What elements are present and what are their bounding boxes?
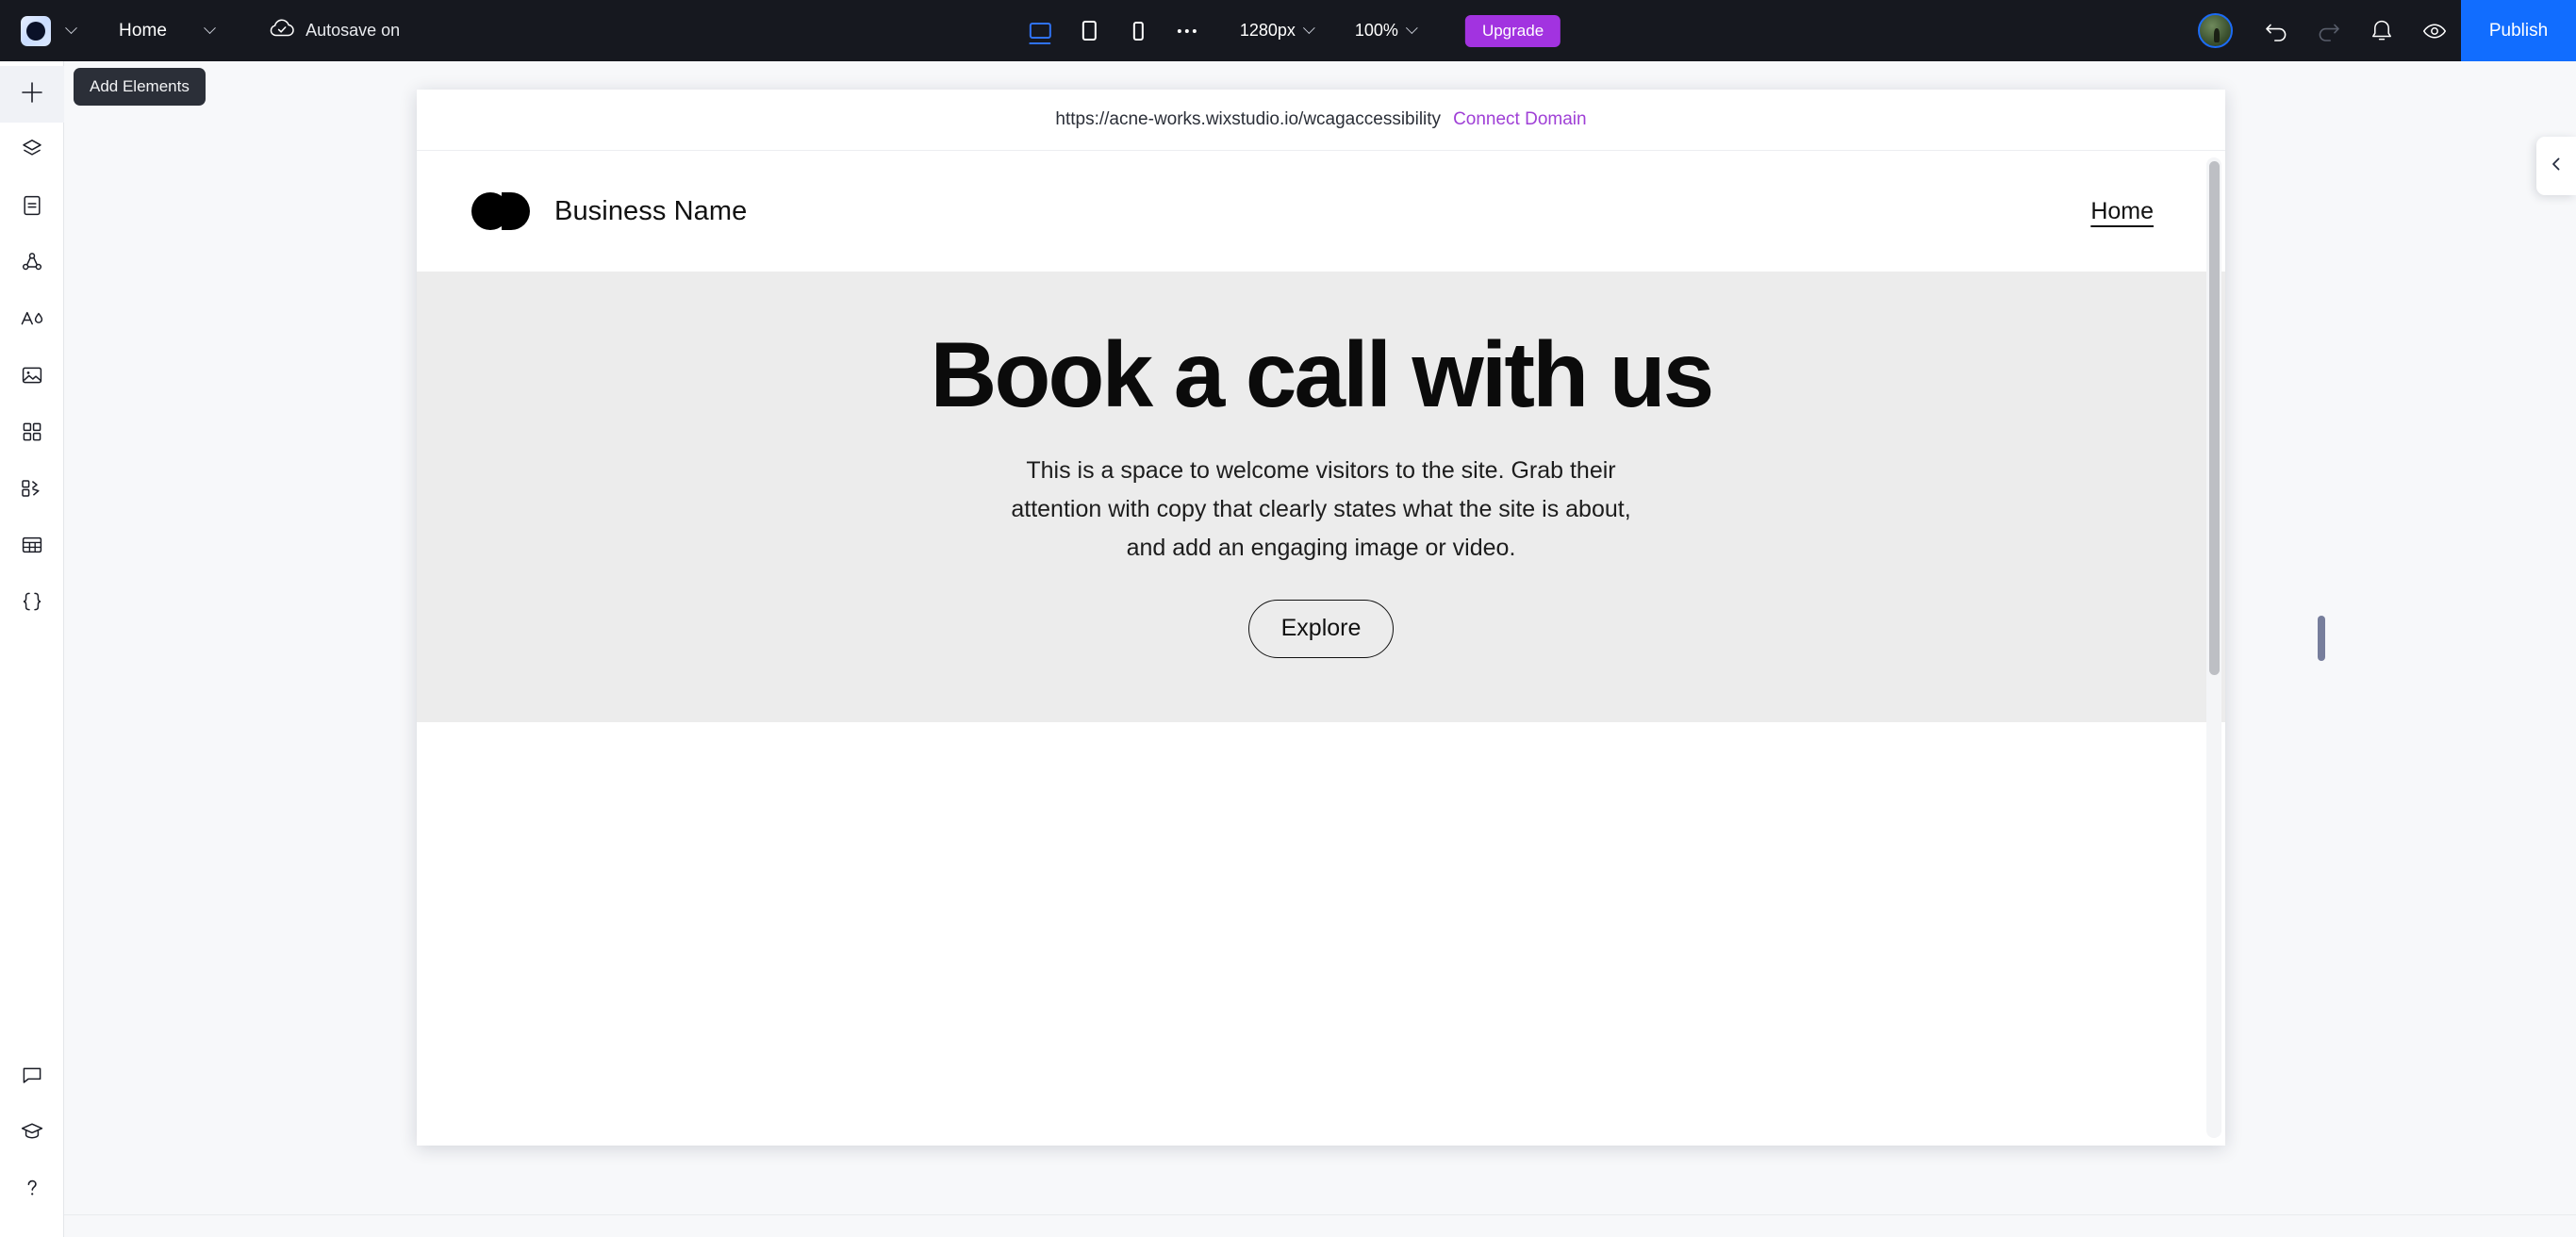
- hero-paragraph-line-1: This is a space to welcome visitors to t…: [1026, 457, 1616, 485]
- bottom-status-strip: [64, 1214, 2576, 1237]
- top-bar: Home Autosave on 1280px 100% Upgrade Pub…: [0, 0, 2576, 61]
- chat-bubble-icon: [20, 1063, 44, 1092]
- site-nav-item-home[interactable]: Home: [2090, 198, 2171, 225]
- chevron-down-icon[interactable]: [55, 12, 87, 50]
- business-logo-icon: [471, 192, 530, 230]
- collapse-right-panel-button[interactable]: [2536, 137, 2576, 195]
- sidebar-item-apps[interactable]: [0, 405, 64, 462]
- viewport-tablet-button[interactable]: [1065, 10, 1114, 52]
- sidebar-item-site-structure[interactable]: [0, 236, 64, 292]
- hero-heading: Book a call with us: [930, 322, 1715, 427]
- top-bar-left: Home Autosave on: [0, 0, 400, 61]
- sidebar-bottom-group: [0, 1048, 64, 1218]
- add-elements-tooltip: Add Elements: [74, 68, 206, 106]
- site-scrollbar-thumb[interactable]: [2209, 161, 2220, 675]
- business-name: Business Name: [554, 195, 748, 226]
- site-structure-icon: [20, 250, 44, 279]
- viewport-desktop-button[interactable]: [1016, 10, 1065, 52]
- sidebar-item-add-elements[interactable]: [0, 66, 64, 123]
- apps-grid-icon: [20, 420, 44, 449]
- left-sidebar: [0, 61, 64, 1237]
- autosave-status: Autosave on: [269, 18, 400, 43]
- table-icon: [20, 533, 44, 562]
- zoom-value: 100%: [1354, 21, 1398, 40]
- question-mark-icon: [20, 1176, 44, 1205]
- site-brand[interactable]: Business Name: [471, 192, 747, 230]
- tablet-icon: [1082, 21, 1097, 41]
- site-preview-frame: https://acne-works.wixstudio.io/wcagacce…: [417, 90, 2225, 1146]
- site-url: https://acne-works.wixstudio.io/wcagacce…: [1055, 109, 1442, 129]
- sidebar-item-layers[interactable]: [0, 123, 64, 179]
- site-header: Business Name Home: [417, 151, 2225, 272]
- code-braces-icon: [19, 589, 45, 618]
- notifications-button[interactable]: [2355, 5, 2408, 58]
- top-bar-center: 1280px 100% Upgrade: [1016, 0, 1561, 61]
- layers-icon: [20, 137, 44, 166]
- top-bar-right: Publish: [2198, 0, 2576, 61]
- hero-paragraph-line-3: and add an engaging image or video.: [1126, 534, 1516, 561]
- sidebar-item-cms[interactable]: [0, 519, 64, 575]
- zoom-chevron-down-icon: [1406, 22, 1418, 35]
- resize-handle-right[interactable]: [2318, 616, 2325, 661]
- site-body-section: [417, 722, 2225, 1146]
- preview-button[interactable]: [2408, 5, 2461, 58]
- publish-button[interactable]: Publish: [2461, 0, 2576, 61]
- interactions-icon: [19, 476, 45, 505]
- viewport-mobile-button[interactable]: [1114, 10, 1163, 52]
- sidebar-item-theme[interactable]: [0, 292, 64, 349]
- undo-button[interactable]: [2250, 5, 2303, 58]
- text-and-color-icon: [19, 306, 45, 336]
- sidebar-item-interactions[interactable]: [0, 462, 64, 519]
- connect-domain-link[interactable]: Connect Domain: [1453, 109, 1587, 130]
- sidebar-item-feedback[interactable]: [0, 1048, 64, 1105]
- sidebar-item-academy[interactable]: [0, 1105, 64, 1162]
- breakpoint-value: 1280px: [1239, 21, 1296, 40]
- sidebar-item-pages[interactable]: [0, 179, 64, 236]
- wix-studio-logo-icon[interactable]: [21, 15, 51, 46]
- breakpoint-chevron-down-icon: [1303, 22, 1315, 35]
- sidebar-item-media[interactable]: [0, 349, 64, 405]
- hero-paragraph: This is a space to welcome visitors to t…: [1011, 452, 1630, 567]
- redo-button[interactable]: [2303, 5, 2355, 58]
- canvas-stage: Desktop (Primary) https://acne-works.wix…: [64, 61, 2576, 1237]
- mobile-icon: [1132, 21, 1144, 41]
- cloud-check-icon: [269, 18, 295, 43]
- sidebar-item-dev-mode[interactable]: [0, 575, 64, 632]
- site-scrollbar[interactable]: [2206, 157, 2221, 1138]
- page-icon: [20, 193, 44, 223]
- user-avatar[interactable]: [2198, 13, 2233, 48]
- hero-section: Book a call with us This is a space to w…: [417, 272, 2225, 722]
- sidebar-item-help[interactable]: [0, 1162, 64, 1218]
- upgrade-button[interactable]: Upgrade: [1464, 14, 1561, 47]
- ellipsis-icon[interactable]: [1163, 10, 1212, 52]
- plus-icon: [20, 80, 44, 109]
- sidebar-top-group: [0, 61, 64, 632]
- monitor-icon: [1029, 23, 1051, 39]
- site-url-bar: https://acne-works.wixstudio.io/wcagacce…: [417, 90, 2225, 151]
- hero-paragraph-line-2: attention with copy that clearly states …: [1011, 496, 1631, 523]
- page-title: Home: [119, 20, 168, 41]
- breakpoint-selector[interactable]: 1280px: [1227, 10, 1327, 52]
- page-chevron-down-icon[interactable]: [193, 12, 225, 50]
- graduation-cap-icon: [19, 1119, 45, 1148]
- autosave-label: Autosave on: [305, 21, 401, 40]
- hero-explore-button[interactable]: Explore: [1247, 599, 1395, 658]
- chevron-left-icon: [2548, 155, 2565, 178]
- zoom-selector[interactable]: 100%: [1342, 10, 1429, 52]
- image-icon: [20, 363, 44, 392]
- site-content: Business Name Home Book a call with us T…: [417, 151, 2225, 1146]
